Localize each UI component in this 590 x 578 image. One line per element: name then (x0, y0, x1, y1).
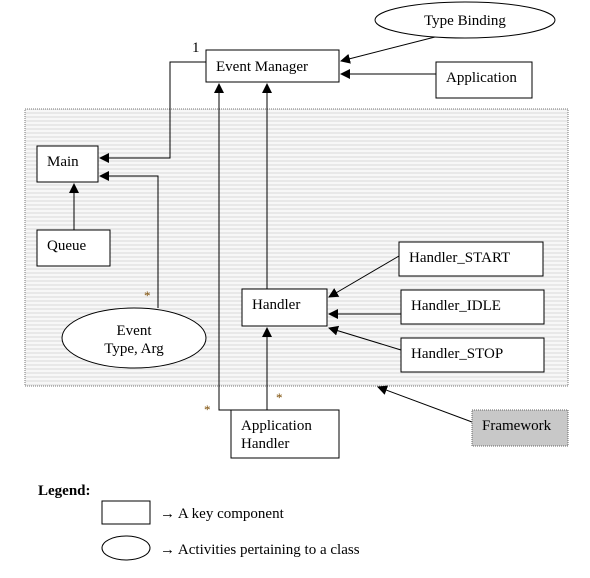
node-main: Main (36, 145, 99, 183)
event-label-line2: Type, Arg (104, 341, 164, 357)
node-application-handler: Application Handler (230, 409, 340, 459)
framework-label: Framework (482, 418, 552, 434)
queue-label: Queue (47, 238, 86, 254)
architecture-diagram: Type Binding 1 Event Manager Application… (24, 1, 569, 561)
multiplicity-many-right: * (276, 390, 283, 405)
main-label: Main (47, 154, 79, 170)
legend: Legend: → A key component → Activities p… (38, 483, 360, 561)
framework-to-region-edge (377, 385, 473, 423)
node-handler-stop: Handler_STOP (400, 337, 545, 373)
typebinding-to-em-edge (340, 36, 436, 64)
node-framework: Framework (471, 409, 569, 447)
node-handler: Handler (241, 288, 328, 327)
node-handler-start: Handler_START (398, 241, 544, 277)
multiplicity-many-left: * (204, 402, 211, 417)
type-binding-label: Type Binding (424, 13, 506, 29)
event-label-line1: Event (117, 323, 153, 339)
handler-start-label: Handler_START (409, 250, 510, 266)
node-queue: Queue (36, 229, 111, 267)
event-manager-label: Event Manager (216, 59, 308, 75)
legend-ellipse-description: → Activities pertaining to a class (160, 542, 360, 558)
handler-idle-label: Handler_IDLE (411, 298, 501, 314)
node-event-manager: Event Manager (205, 49, 340, 83)
legend-box-description: → A key component (160, 506, 285, 522)
node-application: Application (435, 61, 533, 99)
application-label: Application (446, 70, 517, 86)
legend-box-symbol (101, 500, 151, 525)
app-handler-label-line1: Application (241, 418, 312, 434)
multiplicity-one: 1 (192, 40, 200, 56)
node-type-binding: Type Binding (374, 1, 556, 39)
node-event: Event Type, Arg (61, 307, 207, 369)
legend-title: Legend: (38, 483, 91, 499)
handler-label: Handler (252, 297, 300, 313)
app-handler-label-line2: Handler (241, 436, 289, 452)
handler-stop-label: Handler_STOP (411, 346, 503, 362)
node-handler-idle: Handler_IDLE (400, 289, 545, 325)
legend-ellipse-symbol (101, 535, 151, 561)
multiplicity-many-event: * (144, 288, 151, 303)
